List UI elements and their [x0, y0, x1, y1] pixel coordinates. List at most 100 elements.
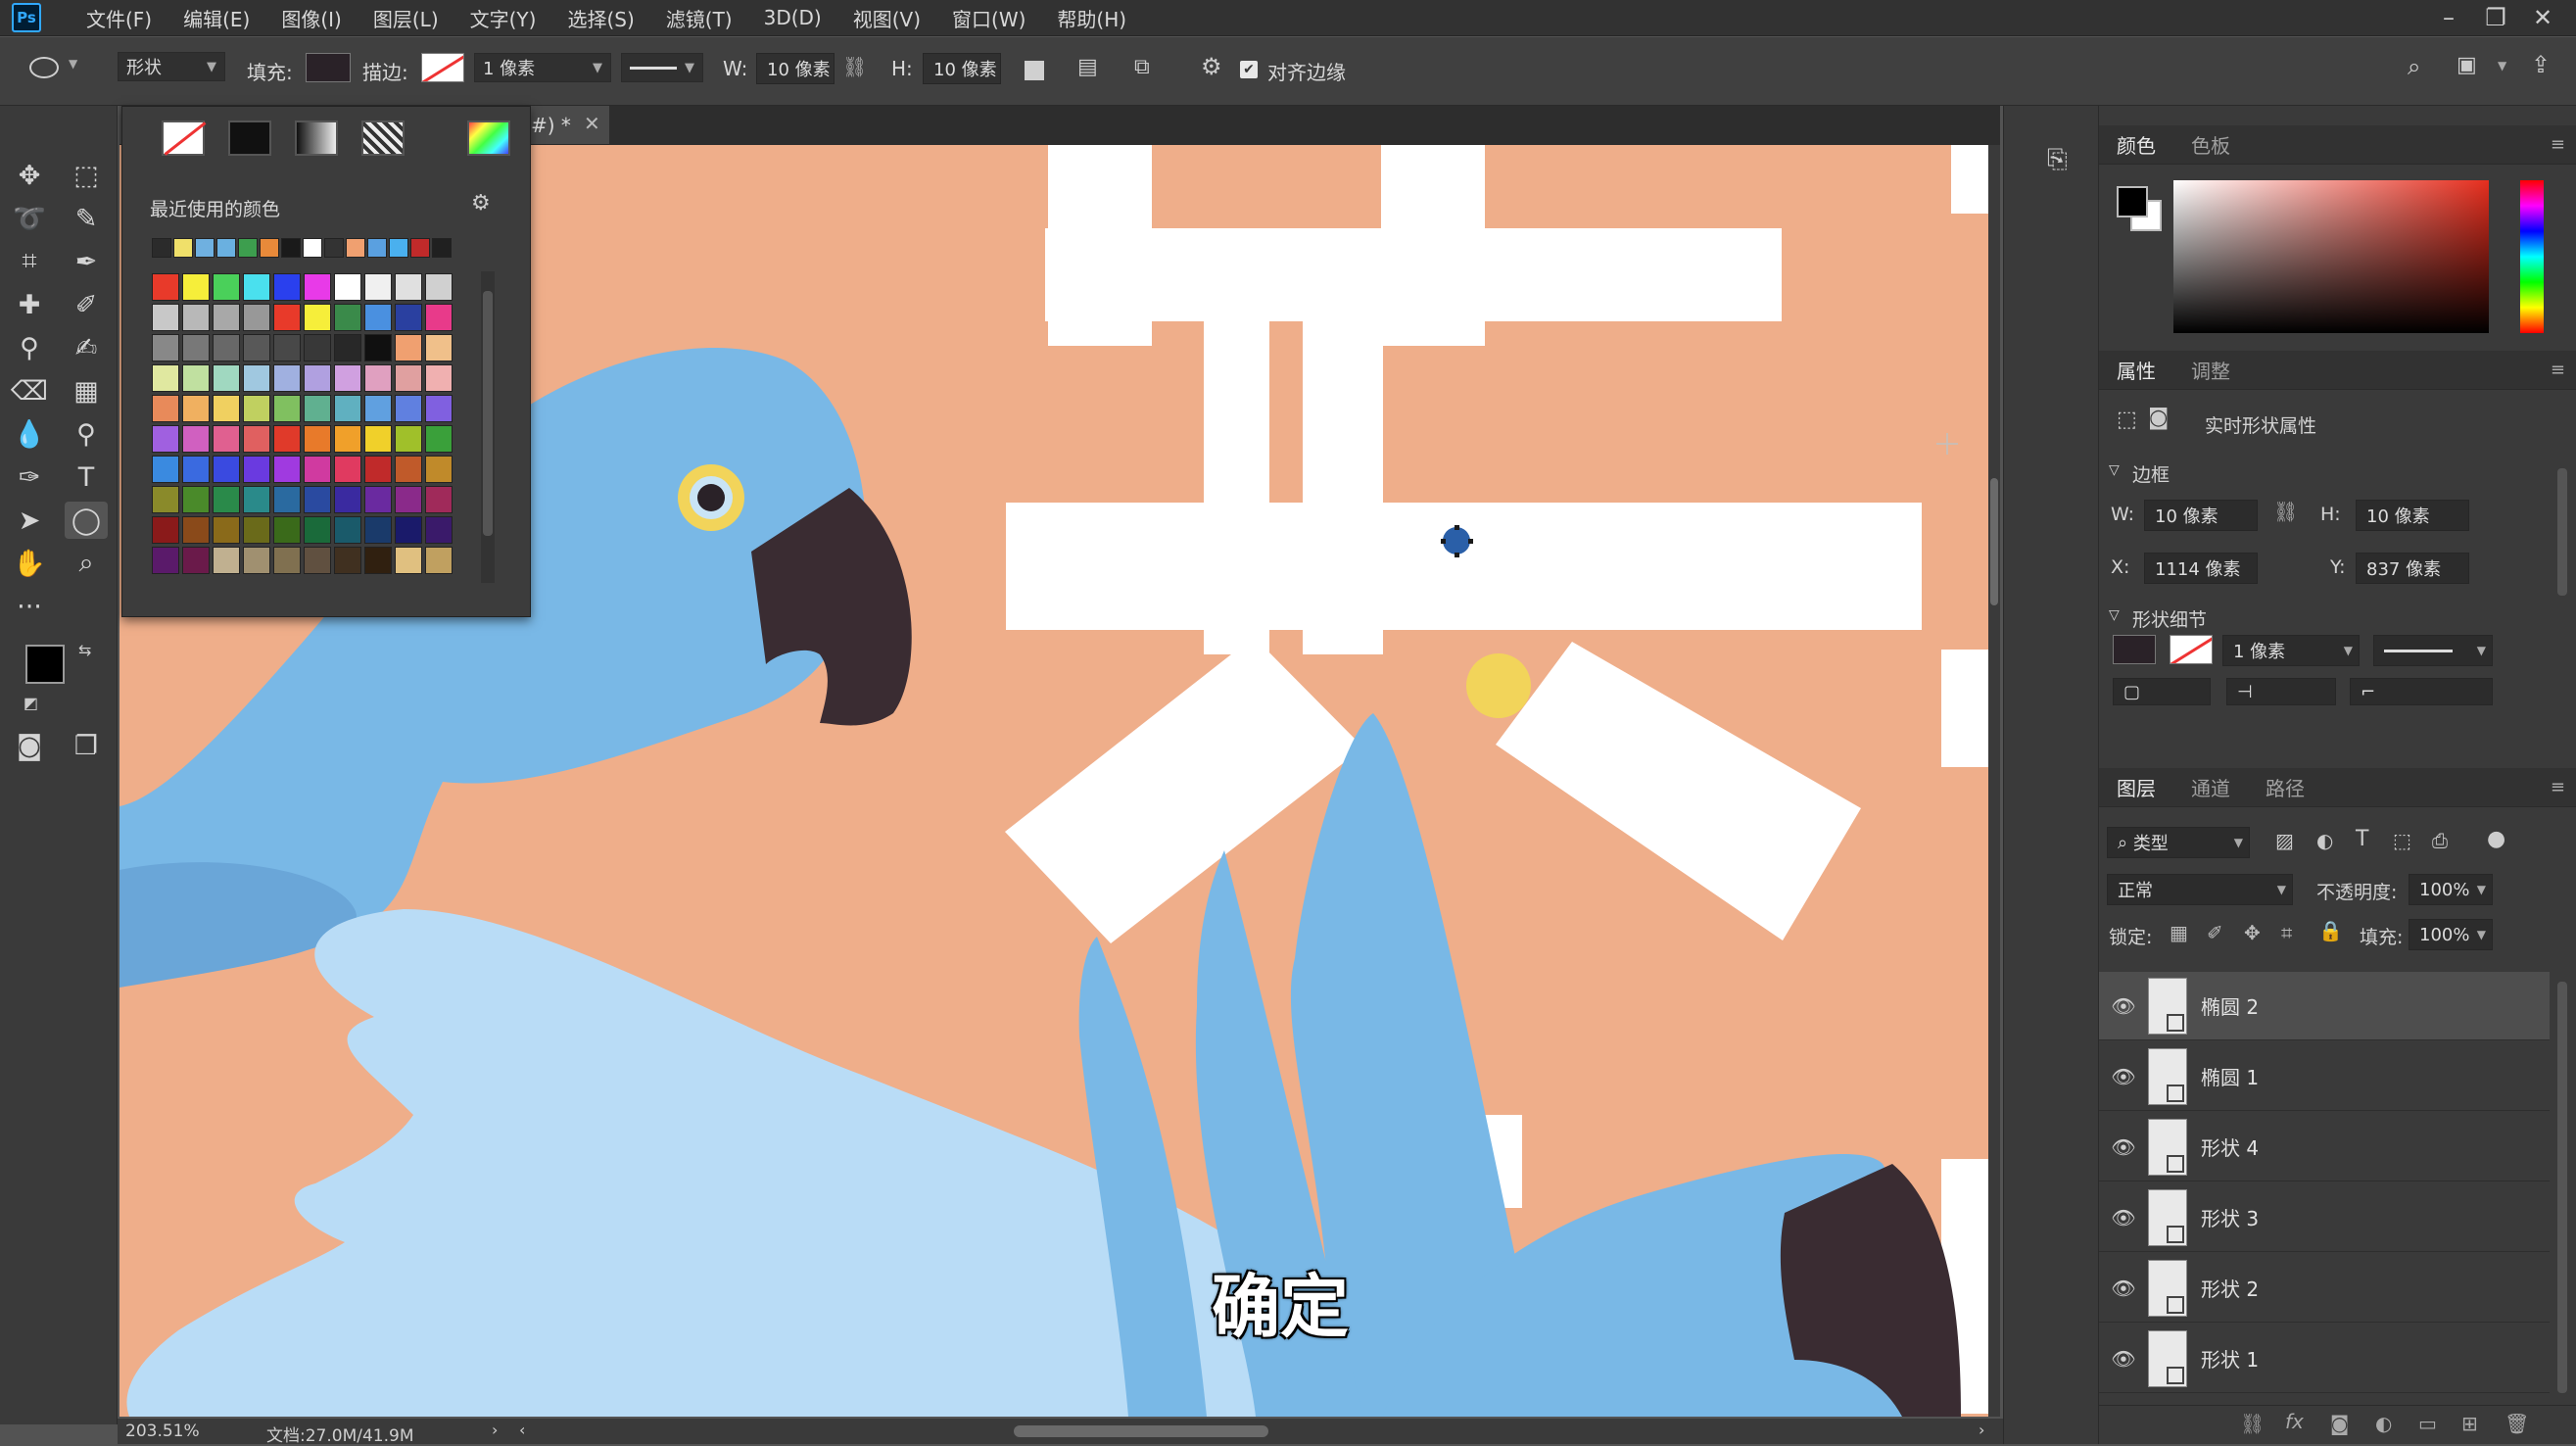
default-colors-icon[interactable]: ◩ [24, 694, 38, 712]
color-swatch[interactable] [304, 516, 331, 544]
layer-filter-select[interactable]: ⌕ 类型 ▼ [2107, 827, 2250, 858]
color-swatch[interactable] [213, 395, 240, 422]
color-swatch[interactable] [273, 486, 301, 513]
color-swatch[interactable] [243, 547, 270, 574]
color-swatch[interactable] [182, 334, 210, 362]
color-swatch[interactable] [152, 273, 179, 301]
menu-view[interactable]: 视图(V) [837, 4, 936, 32]
pen-tool-icon[interactable]: ✑ [8, 458, 51, 496]
filter-pixel-icon[interactable]: ▨ [2275, 829, 2294, 852]
color-swatch[interactable] [364, 486, 392, 513]
layer-row[interactable]: 👁 形状 3 [2099, 1183, 2550, 1252]
vertical-scroll-thumb[interactable] [1990, 478, 1998, 605]
adjustment-layer-icon[interactable]: ◐ [2375, 1412, 2392, 1435]
prop-stroke-width-field[interactable]: 1 像素 ▼ [2222, 635, 2360, 666]
swatch-scrollbar[interactable] [481, 271, 495, 583]
layer-row[interactable]: 👁 椭圆 1 [2099, 1042, 2550, 1111]
tab-properties[interactable]: 属性 [2099, 356, 2173, 384]
color-swatch[interactable] [364, 456, 392, 483]
recent-color-swatch[interactable] [324, 238, 344, 258]
marquee-tool-icon[interactable]: ⬚ [65, 157, 108, 194]
color-swatch[interactable] [364, 395, 392, 422]
menu-window[interactable]: 窗口(W) [936, 4, 1041, 32]
color-swatch[interactable] [152, 304, 179, 331]
properties-scroll-thumb[interactable] [2557, 468, 2567, 596]
recent-color-swatch[interactable] [367, 238, 387, 258]
new-group-icon[interactable]: ▭ [2418, 1412, 2437, 1435]
crop-tool-icon[interactable]: ⌗ [8, 243, 51, 280]
filter-type-icon[interactable]: T [2356, 827, 2368, 851]
prop-stroke-swatch[interactable] [2170, 635, 2213, 664]
color-swatch[interactable] [425, 304, 453, 331]
status-arrow-icon[interactable]: › [492, 1421, 498, 1439]
menu-image[interactable]: 图像(I) [265, 4, 358, 32]
visibility-eye-icon[interactable]: 👁 [2099, 1135, 2148, 1159]
color-swatch[interactable] [395, 334, 422, 362]
color-swatch[interactable] [152, 516, 179, 544]
color-swatch[interactable] [213, 516, 240, 544]
color-swatch[interactable] [304, 486, 331, 513]
color-swatch[interactable] [334, 516, 361, 544]
layer-row[interactable]: 👁 椭圆 2 [2099, 972, 2550, 1040]
color-swatch[interactable] [213, 304, 240, 331]
color-swatch[interactable] [213, 425, 240, 453]
blur-tool-icon[interactable]: 💧 [8, 415, 51, 453]
stroke-caps-select[interactable]: ⊣ [2226, 678, 2336, 705]
color-swatch[interactable] [243, 456, 270, 483]
lasso-tool-icon[interactable]: ➰ [8, 200, 51, 237]
healing-brush-tool-icon[interactable]: ✚ [8, 286, 51, 323]
color-swatch[interactable] [304, 395, 331, 422]
prop-width-input[interactable]: 10 像素 [2144, 500, 2258, 531]
path-alignment-icon[interactable]: ▤ [1077, 55, 1098, 79]
properties-menu-icon[interactable]: ≡ [2551, 360, 2565, 380]
solid-color-button[interactable] [228, 120, 271, 156]
layer-row[interactable]: 👁 形状 4 [2099, 1113, 2550, 1181]
color-swatch[interactable] [304, 304, 331, 331]
prop-y-input[interactable]: 837 像素 [2356, 553, 2469, 584]
quick-mask-icon[interactable]: ◙ [8, 727, 51, 764]
color-swatch[interactable] [273, 395, 301, 422]
lock-pixels-icon[interactable]: ✐ [2207, 921, 2223, 944]
vertical-scrollbar[interactable] [1988, 145, 2000, 1417]
lock-position-icon[interactable]: ✥ [2244, 921, 2261, 944]
color-swatch[interactable] [243, 304, 270, 331]
color-swatch[interactable] [152, 486, 179, 513]
lock-transparent-icon[interactable]: ▦ [2170, 921, 2188, 944]
menu-3d[interactable]: 3D(D) [748, 6, 837, 29]
color-swatch[interactable] [182, 273, 210, 301]
layer-effects-icon[interactable]: fx [2285, 1410, 2304, 1433]
pattern-button[interactable] [361, 120, 405, 156]
color-swatch[interactable] [213, 547, 240, 574]
color-swatch[interactable] [395, 486, 422, 513]
color-swatch[interactable] [304, 364, 331, 392]
color-swatch[interactable] [243, 364, 270, 392]
color-swatch[interactable] [364, 304, 392, 331]
color-swatch[interactable] [273, 304, 301, 331]
preset-chevron-icon[interactable]: ▼ [69, 57, 77, 71]
color-swatch[interactable] [334, 273, 361, 301]
color-swatch[interactable] [334, 364, 361, 392]
color-swatch[interactable] [425, 273, 453, 301]
visibility-eye-icon[interactable]: 👁 [2099, 1065, 2148, 1088]
color-swatch[interactable] [425, 364, 453, 392]
color-swatch[interactable] [152, 547, 179, 574]
color-picker-button[interactable] [467, 120, 510, 156]
prop-x-input[interactable]: 1114 像素 [2144, 553, 2258, 584]
color-swatch[interactable] [395, 425, 422, 453]
color-swatch[interactable] [364, 516, 392, 544]
bbox-collapse-icon[interactable]: ▽ [2109, 462, 2120, 478]
color-swatch[interactable] [304, 456, 331, 483]
layer-row[interactable]: 👁 形状 1 [2099, 1325, 2550, 1393]
no-fill-button[interactable] [162, 120, 207, 156]
color-swatch[interactable] [425, 425, 453, 453]
color-swatch[interactable] [425, 547, 453, 574]
layers-scroll-thumb[interactable] [2557, 982, 2567, 1393]
color-swatch[interactable] [395, 456, 422, 483]
prop-height-input[interactable]: 10 像素 [2356, 500, 2469, 531]
close-icon[interactable]: ✕ [2519, 4, 2566, 31]
search-icon[interactable]: ⌕ [2408, 53, 2420, 80]
color-swatch[interactable] [273, 516, 301, 544]
color-swatch[interactable] [334, 547, 361, 574]
color-field[interactable] [2173, 180, 2489, 333]
color-swatch[interactable] [273, 547, 301, 574]
